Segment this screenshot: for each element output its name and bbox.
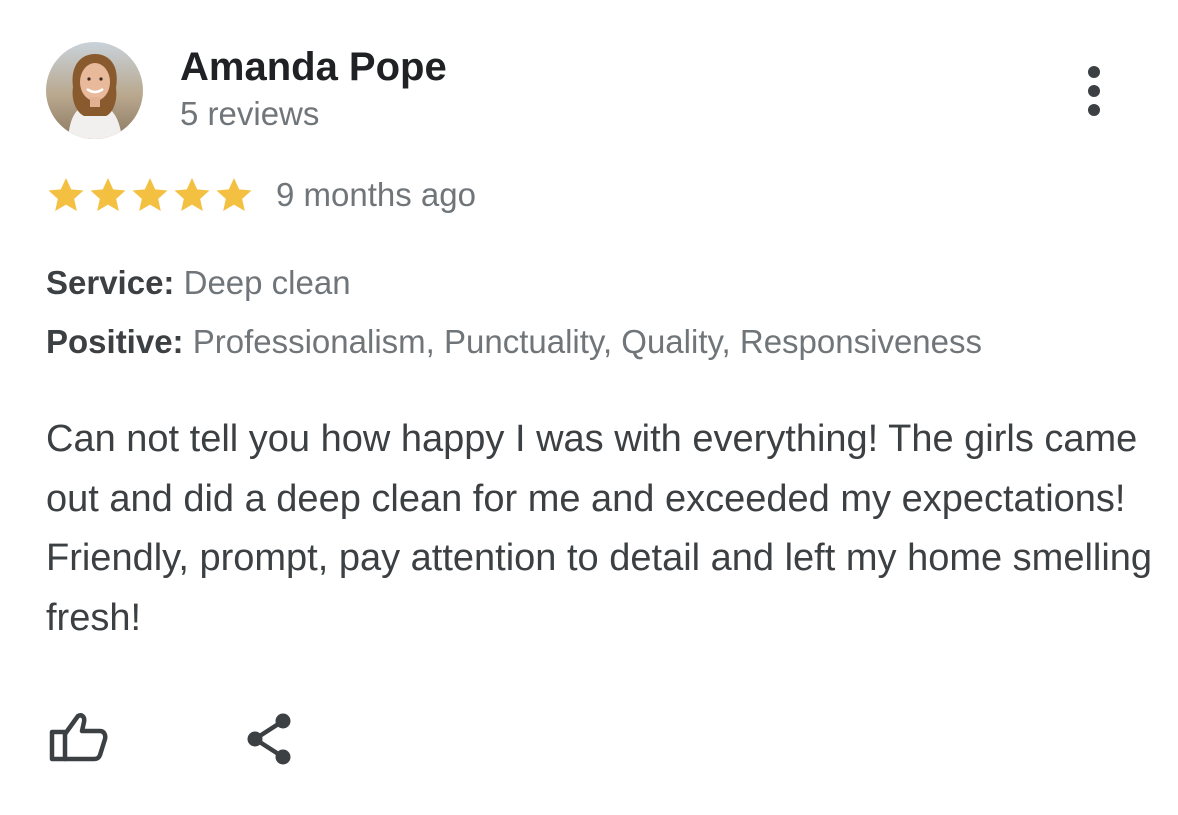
service-value: Deep clean	[183, 264, 351, 301]
star-icon	[90, 178, 126, 211]
service-label: Service:	[46, 264, 175, 301]
positive-row: Positive: Professionalism, Punctuality, …	[46, 323, 982, 361]
author-name[interactable]: Amanda Pope	[180, 45, 447, 90]
star-icon	[216, 178, 252, 211]
review-count: 5 reviews	[180, 95, 320, 132]
share-icon[interactable]	[243, 712, 295, 766]
star-icon	[174, 178, 210, 211]
star-icon	[132, 178, 168, 211]
star-rating	[46, 175, 254, 219]
thumbs-up-icon[interactable]	[48, 708, 108, 768]
positive-label: Positive:	[46, 323, 184, 360]
review-time: 9 months ago	[276, 176, 476, 213]
avatar[interactable]	[46, 42, 143, 139]
star-icon	[48, 178, 84, 211]
more-vert-icon[interactable]	[1072, 62, 1116, 122]
review-text: Can not tell you how happy I was with ev…	[46, 418, 1153, 639]
service-row: Service: Deep clean	[46, 264, 351, 302]
review-card: Amanda Pope 5 reviews 9 months ago Servi…	[0, 0, 1178, 815]
positive-value: Professionalism, Punctuality, Quality, R…	[192, 323, 983, 360]
